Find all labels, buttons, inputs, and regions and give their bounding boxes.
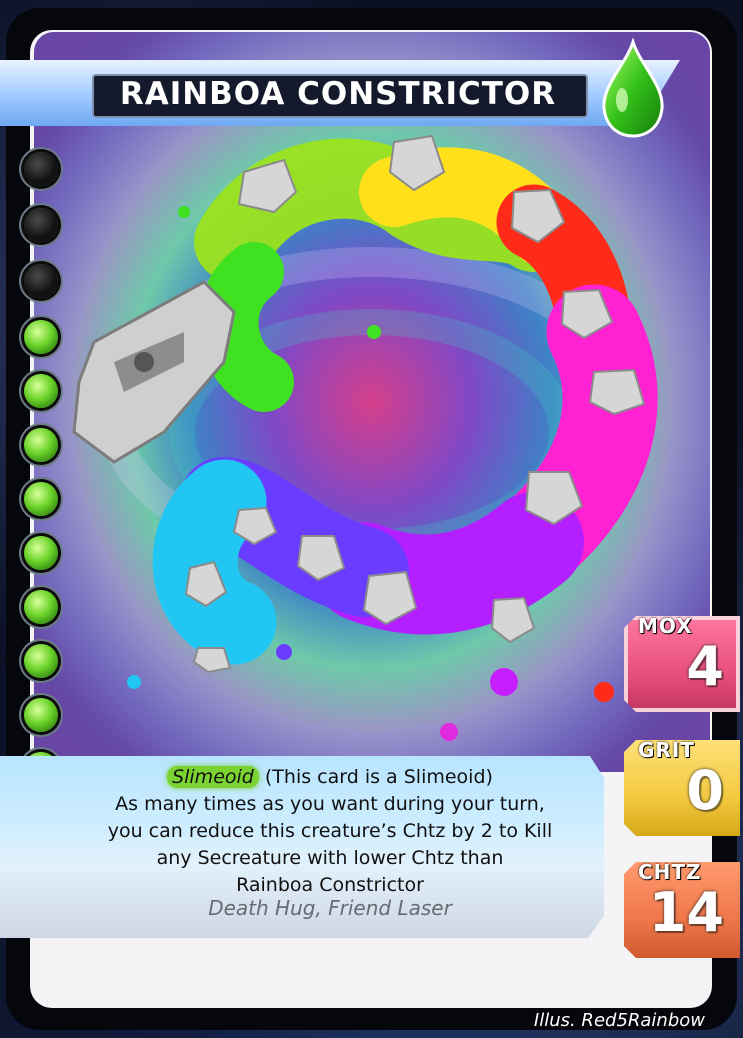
card-artwork <box>34 32 710 772</box>
green-pip-icon <box>24 536 58 570</box>
green-drop-icon <box>602 38 664 138</box>
stat-mox-label: MOX <box>638 614 693 638</box>
green-pip-icon <box>24 590 58 624</box>
stat-mox-value: 4 <box>686 635 724 698</box>
rules-line: As many times as you want during your tu… <box>115 793 545 815</box>
green-pip-icon <box>24 374 58 408</box>
card-name: Rainboa Constrictor <box>119 76 557 112</box>
keyword-note: (This card is a Slimeoid) <box>264 766 493 788</box>
stat-chtz-value: 14 <box>648 881 724 944</box>
stat-grit-value: 0 <box>686 759 724 822</box>
dark-pip-icon <box>24 208 58 242</box>
rules-line: Rainboa Constrictor <box>236 874 424 896</box>
rules-line: any Secreature with lower Chtz than <box>156 847 504 869</box>
green-pip-icon <box>24 644 58 678</box>
rules-text: Slimeoid (This card is a Slimeoid) As ma… <box>60 764 600 899</box>
stat-grit: GRIT 0 <box>624 738 740 836</box>
dark-pip-icon <box>24 152 58 186</box>
stat-chtz: CHTZ 14 <box>624 860 740 958</box>
flavor-text: Death Hug, Friend Laser <box>208 896 452 920</box>
green-pip-icon <box>24 428 58 462</box>
green-pip-icon <box>24 320 58 354</box>
rules-line: you can reduce this creature’s Chtz by 2… <box>107 820 553 842</box>
keyword-badge: Slimeoid <box>167 766 259 788</box>
illustrator-credit: Illus. Red5Rainbow <box>533 1010 705 1031</box>
dark-pip-icon <box>24 264 58 298</box>
green-pip-icon <box>24 698 58 732</box>
green-pip-icon <box>24 482 58 516</box>
stat-mox: MOX 4 <box>624 614 740 712</box>
